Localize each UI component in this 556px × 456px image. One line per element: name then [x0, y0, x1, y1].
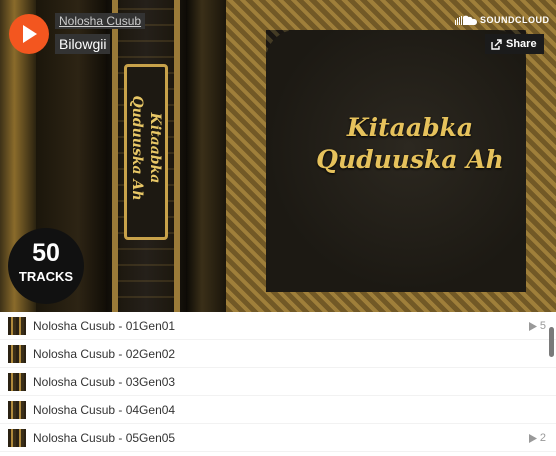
scrollbar-thumb[interactable]	[549, 327, 554, 357]
user-name-link[interactable]: Nolosha Cusub	[55, 13, 146, 29]
soundcloud-cloud-icon	[455, 15, 477, 25]
share-icon	[491, 38, 502, 50]
spine-title: Kitaabka Quduuska Ah	[128, 63, 164, 233]
track-title: Nolosha Cusub - 01Gen01	[33, 319, 176, 333]
cover-title-line1: Kitaabka	[346, 113, 474, 142]
share-button[interactable]: Share	[485, 34, 544, 54]
soundcloud-widget: Kitaabka Quduuska Ah Kitaabka Quduuska A…	[0, 0, 556, 456]
track-thumbnail	[8, 317, 26, 335]
spine-title-line1: Kitaabka	[147, 112, 163, 184]
playlist-title[interactable]: Bilowgii	[55, 34, 111, 54]
spine-title-line2: Quduuska Ah	[129, 95, 145, 201]
track-thumbnail	[8, 345, 26, 363]
track-title: Nolosha Cusub - 04Gen04	[33, 403, 176, 417]
soundcloud-wordmark: SOUNDCLOUD	[480, 15, 550, 25]
track-row[interactable]: Nolosha Cusub - 04Gen04	[0, 396, 556, 424]
play-count-value: 5	[539, 320, 546, 332]
book-gutter	[186, 0, 226, 312]
track-count-label: TRACKS	[18, 269, 74, 284]
track-thumbnail	[8, 373, 26, 391]
track-row[interactable]: Nolosha Cusub - 03Gen03	[0, 368, 556, 396]
cover-title-line2: Quduuska Ah	[316, 145, 504, 174]
play-count-icon	[528, 433, 537, 443]
soundcloud-logo[interactable]: SOUNDCLOUD	[455, 15, 550, 25]
track-thumbnail	[8, 429, 26, 447]
cover-title: Kitaabka Quduuska Ah	[300, 112, 520, 176]
play-count: 5	[528, 319, 546, 333]
track-row[interactable]: Nolosha Cusub - 02Gen02	[0, 340, 556, 368]
track-title: Nolosha Cusub - 03Gen03	[33, 375, 176, 389]
track-count-number: 50	[32, 239, 60, 267]
track-title: Nolosha Cusub - 05Gen05	[33, 431, 176, 445]
share-label: Share	[506, 38, 537, 50]
play-count: 2	[528, 431, 546, 445]
track-list: Nolosha Cusub - 01Gen01 5 Nolosha Cusub …	[0, 312, 556, 456]
play-count-value: 2	[539, 432, 546, 444]
play-count-icon	[528, 321, 537, 331]
track-row[interactable]: Nolosha Cusub - 01Gen01 5	[0, 312, 556, 340]
track-thumbnail	[8, 401, 26, 419]
play-icon	[23, 25, 37, 43]
track-count-badge: 50 TRACKS	[8, 228, 84, 304]
play-button[interactable]	[9, 14, 49, 54]
track-title: Nolosha Cusub - 02Gen02	[33, 347, 176, 361]
track-row[interactable]: Nolosha Cusub - 05Gen05 2	[0, 424, 556, 452]
